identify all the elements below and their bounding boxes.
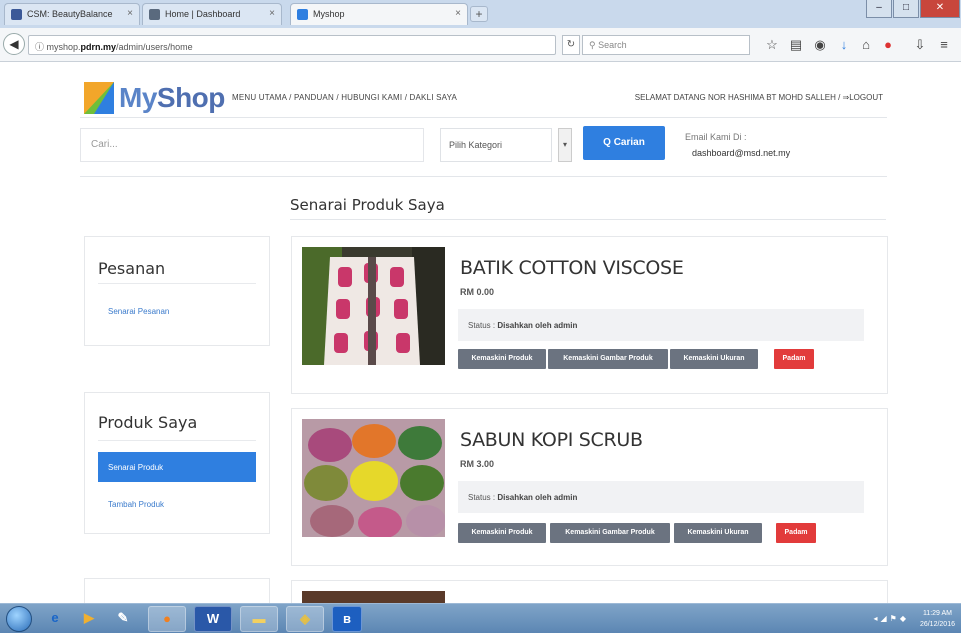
bookmark-star-icon[interactable]: ☆ (764, 37, 780, 53)
chevron-down-icon[interactable]: ▾ (558, 128, 572, 162)
category-select[interactable]: Pilih Kategori (440, 128, 552, 162)
window-close-button[interactable]: ✕ (920, 0, 960, 18)
start-button[interactable] (6, 606, 32, 632)
tab-label: Myshop (313, 9, 345, 19)
edit-size-button[interactable]: Kemaskini Ukuran (670, 349, 758, 369)
word-icon[interactable]: W (194, 606, 232, 632)
new-tab-button[interactable]: + (470, 6, 488, 22)
browser-navigation-bar: ◀ ⓘ myshop.pdrn.my/admin/users/home ↻ ⚲ … (0, 28, 961, 62)
user-greeting-logout[interactable]: SELAMAT DATANG NOR HASHIMA BT MOHD SALLE… (635, 93, 883, 102)
products-panel-title: Produk Saya (98, 413, 198, 432)
sidebar-item-order-list[interactable]: Senarai Pesanan (98, 296, 256, 326)
edit-size-button[interactable]: Kemaskini Ukuran (674, 523, 762, 543)
adblock-icon[interactable]: ● (880, 37, 896, 53)
delete-button[interactable]: Padam (776, 523, 816, 543)
explorer-icon[interactable]: ◈ (286, 606, 324, 632)
close-icon[interactable]: × (455, 8, 461, 19)
tab-label: Home | Dashboard (165, 9, 241, 19)
download-icon[interactable]: ↓ (836, 37, 852, 53)
folder-icon[interactable]: ▬ (240, 606, 278, 632)
orders-panel-title: Pesanan (98, 259, 166, 278)
panel-divider (98, 283, 256, 284)
products-panel: Produk Saya Senarai Produk Tambah Produk (84, 392, 270, 534)
product-card: SABUN KOPI SCRUB RM 3.00 Status : Disahk… (291, 408, 888, 566)
system-clock[interactable]: 11:29 AM 26/12/2016 (920, 608, 955, 630)
page-title: Senarai Produk Saya (290, 196, 445, 214)
system-tray-icons[interactable]: ◂◢⚑◆ (874, 614, 910, 623)
search-button[interactable]: Q Carian (583, 126, 665, 160)
close-icon[interactable]: × (127, 8, 133, 19)
app-icon[interactable]: ✎ (108, 606, 138, 632)
os-taskbar: e ▶ ✎ ● W ▬ ◈ ʙ ◂◢⚑◆ 11:29 AM 26/12/2016 (0, 603, 961, 633)
contact-email: dashboard@msd.net.my (692, 148, 791, 158)
status-badge: Status : Disahkan oleh admin (458, 309, 864, 341)
bluetooth-icon[interactable]: ʙ (332, 606, 362, 632)
facebook-icon (11, 9, 22, 20)
browser-tab-1[interactable]: CSM: BeautyBalance × (4, 3, 140, 25)
edit-product-button[interactable]: Kemaskini Produk (458, 349, 546, 369)
search-input[interactable]: Cari... (80, 128, 424, 162)
product-card: BATIK COTTON VISCOSE RM 0.00 Status : Di… (291, 236, 888, 394)
orders-panel: Pesanan Senarai Pesanan (84, 236, 270, 346)
edit-product-image-button[interactable]: Kemaskini Gambar Produk (548, 349, 668, 369)
panel-divider (98, 440, 256, 441)
clipboard-icon[interactable]: ▤ (788, 37, 804, 53)
browser-search-field[interactable]: ⚲ Search (582, 35, 750, 55)
maximize-button[interactable]: □ (893, 0, 919, 18)
home-icon[interactable]: ⌂ (858, 37, 874, 53)
contact-info: Email Kami Di : dashboard@msd.net.my (685, 129, 790, 161)
sidebar-item-product-list[interactable]: Senarai Produk (98, 452, 256, 482)
product-name: BATIK COTTON VISCOSE (460, 257, 684, 279)
logo-text: MyShop (119, 82, 225, 113)
firefox-icon[interactable]: ● (148, 606, 186, 632)
myshop-favicon-icon (297, 9, 308, 20)
home-icon (149, 9, 160, 20)
tab-label: CSM: BeautyBalance (27, 9, 113, 19)
reload-icon[interactable]: ↻ (562, 35, 580, 55)
address-bar[interactable]: ⓘ myshop.pdrn.my/admin/users/home (28, 35, 556, 55)
edit-product-button[interactable]: Kemaskini Produk (458, 523, 546, 543)
contact-label: Email Kami Di : (685, 132, 747, 142)
product-image-batik[interactable] (302, 247, 445, 365)
minimize-button[interactable]: – (866, 0, 892, 18)
search-icon: ⚲ (589, 40, 599, 50)
sidebar-item-add-product[interactable]: Tambah Produk (98, 489, 256, 519)
pocket-icon[interactable]: ◉ (812, 37, 828, 53)
product-image-soap[interactable] (302, 419, 445, 537)
site-logo[interactable]: MyShop (82, 78, 242, 118)
download-arrow-icon[interactable]: ⇩ (912, 37, 928, 53)
menu-icon[interactable]: ≡ (936, 37, 952, 53)
shopping-bag-logo-icon (84, 82, 114, 114)
ie-icon[interactable]: e (40, 606, 70, 632)
main-navigation[interactable]: MENU UTAMA / PANDUAN / HUBUNGI KAMI / DA… (232, 93, 457, 102)
product-price: RM 3.00 (460, 459, 495, 469)
browser-tab-bar: CSM: BeautyBalance × Home | Dashboard × … (0, 0, 961, 28)
media-player-icon[interactable]: ▶ (74, 606, 104, 632)
search-divider (80, 176, 887, 177)
back-button[interactable]: ◀ (3, 33, 25, 55)
delete-button[interactable]: Padam (774, 349, 814, 369)
close-icon[interactable]: × (269, 8, 275, 19)
browser-tab-2[interactable]: Home | Dashboard × (142, 3, 282, 25)
browser-tab-3[interactable]: Myshop × (290, 3, 468, 25)
info-icon: ⓘ (35, 42, 47, 52)
product-price: RM 0.00 (460, 287, 495, 297)
status-badge: Status : Disahkan oleh admin (458, 481, 864, 513)
product-name: SABUN KOPI SCRUB (460, 429, 643, 451)
edit-product-image-button[interactable]: Kemaskini Gambar Produk (550, 523, 670, 543)
header-divider (80, 117, 887, 118)
title-divider (290, 219, 886, 220)
